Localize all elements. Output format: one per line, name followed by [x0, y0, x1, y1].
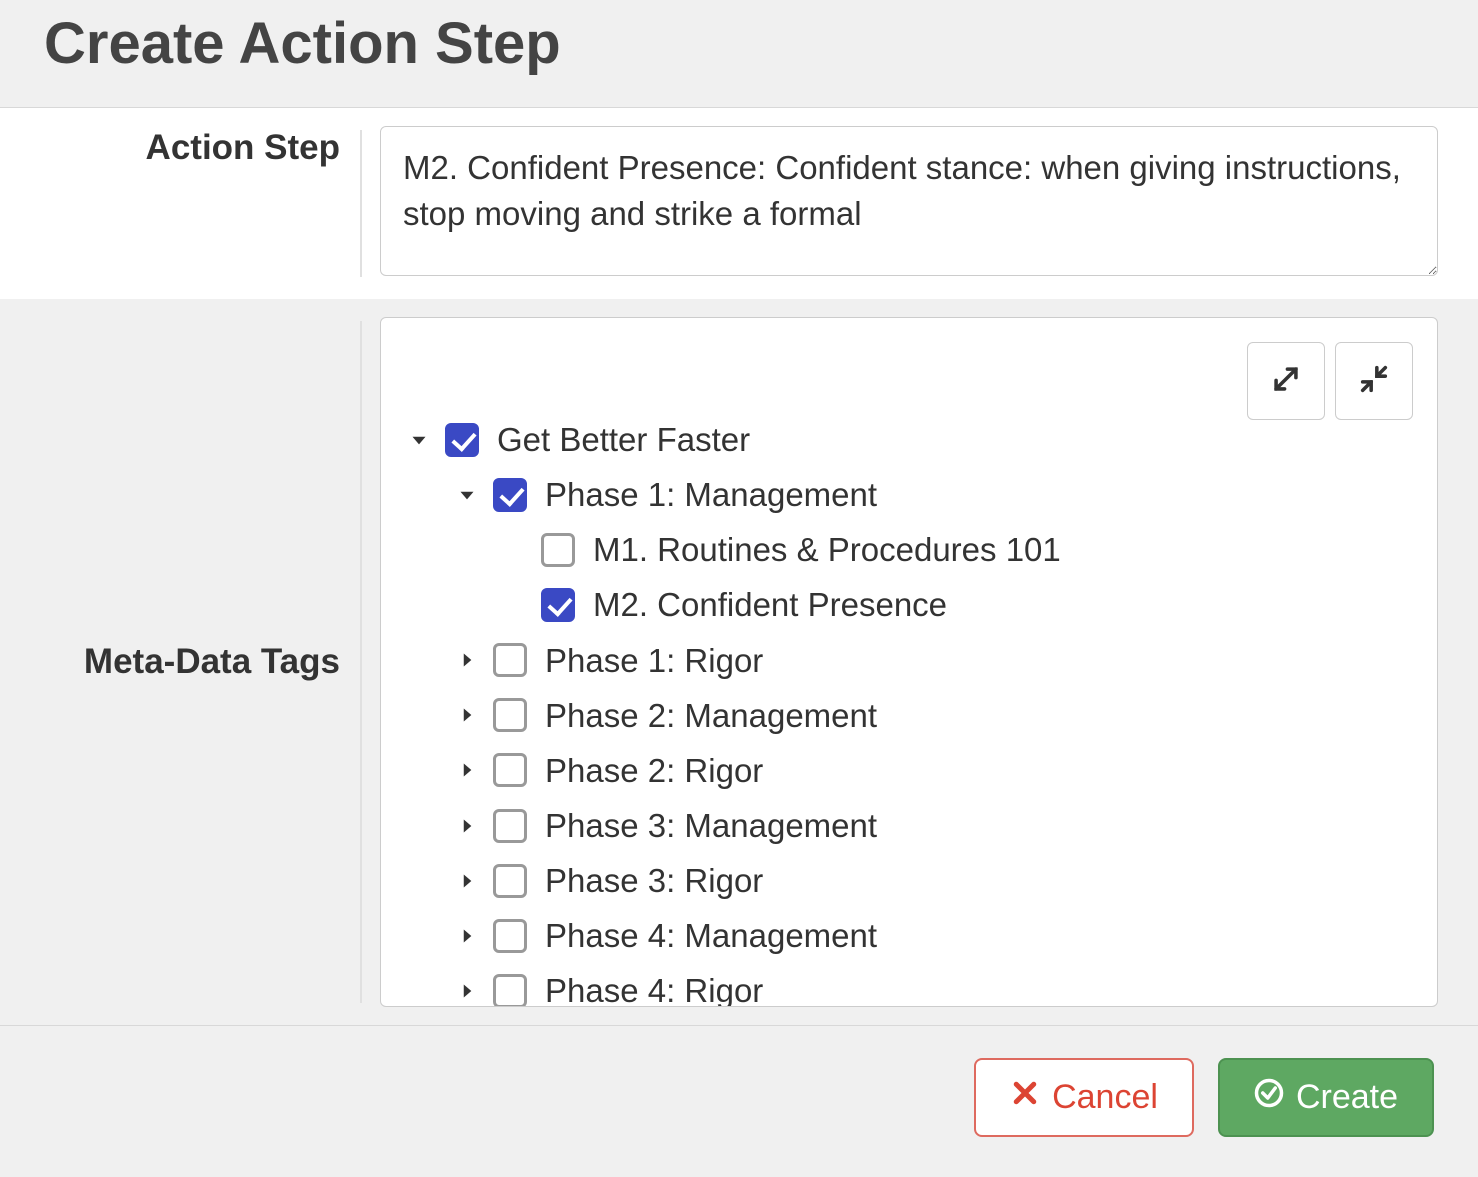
tree-node: M2. Confident Presence [501, 577, 1413, 632]
create-button[interactable]: Create [1218, 1058, 1434, 1137]
chevron-right-icon[interactable] [453, 646, 481, 674]
tree-label: M1. Routines & Procedures 101 [587, 524, 1061, 575]
tree-checkbox[interactable] [493, 974, 527, 1007]
tree-checkbox[interactable] [493, 698, 527, 732]
cancel-button[interactable]: Cancel [974, 1058, 1194, 1137]
tree-node: Phase 3: Rigor [453, 853, 1413, 908]
chevron-right-icon[interactable] [453, 977, 481, 1005]
row-meta-data-tags: Meta-Data Tags [0, 299, 1478, 1025]
tree-node: Phase 3: Management [453, 798, 1413, 853]
create-button-label: Create [1296, 1078, 1398, 1117]
expand-icon [1269, 362, 1303, 401]
chevron-right-icon[interactable] [453, 756, 481, 784]
expand-all-button[interactable] [1247, 342, 1325, 420]
tree-node: Phase 2: Rigor [453, 743, 1413, 798]
tree-node: Phase 1: Management [453, 467, 1413, 522]
tree-label: Phase 3: Management [539, 800, 877, 851]
tree-checkbox[interactable] [493, 478, 527, 512]
collapse-all-button[interactable] [1335, 342, 1413, 420]
tree-label: Phase 4: Rigor [539, 965, 763, 1007]
cancel-button-label: Cancel [1052, 1078, 1158, 1117]
check-circle-icon [1254, 1078, 1284, 1117]
row-action-step: Action Step [0, 108, 1478, 299]
tree-label: Phase 2: Rigor [539, 745, 763, 796]
tree-checkbox[interactable] [541, 588, 575, 622]
panel-controls [1247, 342, 1413, 420]
tree-label: Phase 1: Rigor [539, 635, 763, 686]
tree-node: M1. Routines & Procedures 101 [501, 522, 1413, 577]
tree-label: Phase 1: Management [539, 469, 877, 520]
tags-panel: Get Better FasterPhase 1: ManagementM1. … [380, 317, 1438, 1007]
tree-node: Phase 4: Rigor [453, 963, 1413, 1007]
chevron-right-icon[interactable] [453, 812, 481, 840]
close-icon [1010, 1078, 1040, 1117]
tree-label: M2. Confident Presence [587, 579, 947, 630]
tree-label: Get Better Faster [491, 414, 750, 465]
action-step-textarea[interactable] [380, 126, 1438, 276]
tree-label: Phase 3: Rigor [539, 855, 763, 906]
tree-checkbox[interactable] [493, 643, 527, 677]
chevron-right-icon[interactable] [453, 867, 481, 895]
dialog-header: Create Action Step [0, 0, 1478, 108]
tree-node: Phase 1: Rigor [453, 633, 1413, 688]
tree-label: Phase 2: Management [539, 690, 877, 741]
chevron-down-icon[interactable] [453, 481, 481, 509]
tree-node: Phase 2: Management [453, 688, 1413, 743]
dialog-create-action-step: Create Action Step Action Step Meta-Data… [0, 0, 1478, 1177]
label-meta-data-tags: Meta-Data Tags [0, 299, 380, 1025]
collapse-icon [1357, 362, 1391, 401]
chevron-right-icon[interactable] [453, 701, 481, 729]
tree-checkbox[interactable] [493, 864, 527, 898]
tree-checkbox[interactable] [541, 533, 575, 567]
tree-checkbox[interactable] [493, 919, 527, 953]
tree-checkbox[interactable] [493, 809, 527, 843]
tree-checkbox[interactable] [445, 423, 479, 457]
dialog-footer: Cancel Create [0, 1025, 1478, 1177]
tags-tree: Get Better FasterPhase 1: ManagementM1. … [405, 412, 1413, 1007]
chevron-down-icon[interactable] [405, 426, 433, 454]
tree-label: Phase 4: Management [539, 910, 877, 961]
label-action-step: Action Step [0, 108, 380, 299]
tree-node: Get Better Faster [405, 412, 1413, 467]
dialog-title: Create Action Step [44, 10, 1434, 77]
chevron-right-icon[interactable] [453, 922, 481, 950]
tree-checkbox[interactable] [493, 753, 527, 787]
tree-node: Phase 4: Management [453, 908, 1413, 963]
